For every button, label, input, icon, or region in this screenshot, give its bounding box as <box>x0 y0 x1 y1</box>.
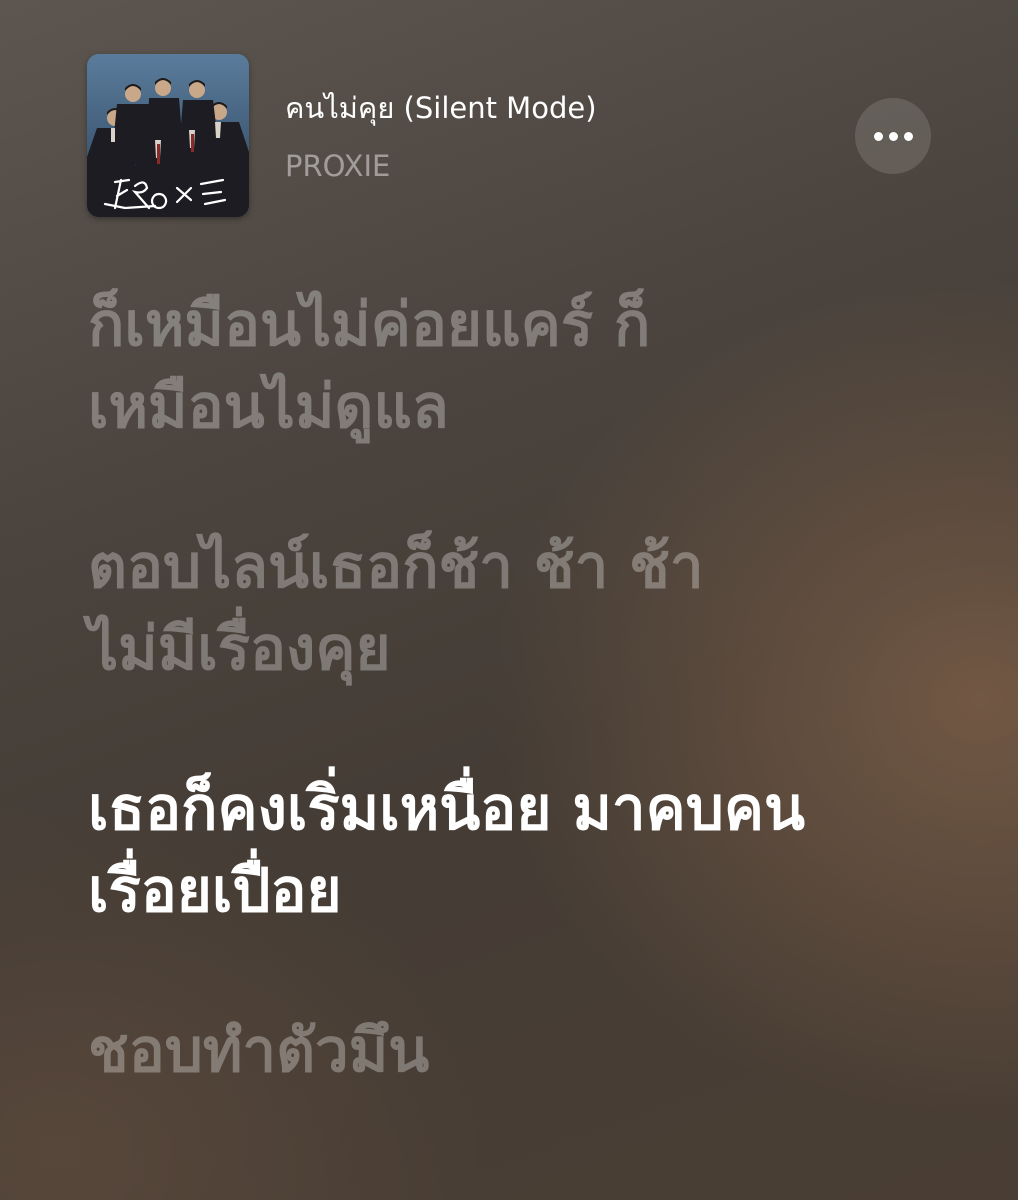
lyric-line[interactable]: ก็เหมือนไม่ค่อยแคร์ ก็เหมือนไม่ดูแล <box>88 284 748 448</box>
artist-name[interactable]: PROXIE <box>285 146 390 186</box>
lyric-line[interactable]: ตอบไลน์เธอก็ช้า ช้า ช้า ไม่มีเรื่องคุย <box>88 526 788 690</box>
lyrics-panel: ก็เหมือนไม่ค่อยแคร์ ก็เหมือนไม่ดูแล ตอบไ… <box>88 284 968 1170</box>
more-options-button[interactable] <box>855 98 931 174</box>
lyric-line-current[interactable]: เธอก็คงเริ่มเหนื่อย มาคบคนเรื่อยเปื่อย <box>88 768 888 932</box>
track-title[interactable]: คนไม่คุย (Silent Mode) <box>285 88 597 128</box>
album-art[interactable] <box>87 54 249 217</box>
album-art-image <box>87 54 249 217</box>
lyric-line[interactable]: ชอบทำตัวมึน <box>88 1010 968 1092</box>
now-playing-header: คนไม่คุย (Silent Mode) PROXIE <box>0 0 1018 240</box>
ellipsis-horizontal-icon <box>873 131 913 141</box>
